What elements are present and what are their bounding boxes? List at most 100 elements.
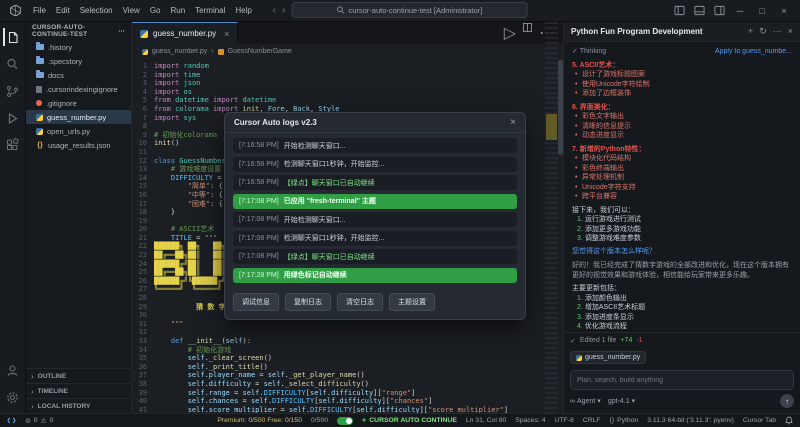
chat-more-icon[interactable]: ⋯	[773, 26, 782, 37]
command-search-box[interactable]: cursor-auto-continue-test [Administrator…	[291, 2, 527, 18]
indentation[interactable]: Spaces: 4	[515, 417, 545, 424]
code-line[interactable]: 5from datetime import datetime	[132, 96, 563, 105]
usage-quota[interactable]: 0/500	[311, 417, 328, 424]
model-selector[interactable]: gpt-4.1 ▾	[608, 397, 635, 405]
split-editor-icon[interactable]	[523, 23, 532, 43]
premium-quota[interactable]: Premium: 0/500 Free: 0/150	[217, 417, 302, 424]
file-tree-item[interactable]: .gitignore	[26, 96, 131, 110]
toggle-panel-icon[interactable]	[690, 2, 708, 20]
menu-item[interactable]: Run	[165, 0, 190, 21]
settings-gear-icon[interactable]	[4, 388, 22, 406]
explorer-icon[interactable]	[3, 28, 21, 46]
run-debug-icon[interactable]	[4, 109, 22, 127]
tab-guess-number-py[interactable]: guess_number.py ×	[132, 22, 238, 44]
sidebar-section-header[interactable]: › OUTLINE	[26, 368, 131, 383]
file-tree-item[interactable]: .cursorindexingignore	[26, 82, 131, 96]
code-line[interactable]: 38 self.difficulty = self._select_diffic…	[132, 380, 563, 389]
chat-input[interactable]	[570, 370, 794, 390]
nav-back-icon[interactable]: ‹	[273, 5, 276, 16]
dialog-button[interactable]: 清空日志	[337, 293, 383, 311]
tab-close-icon[interactable]: ×	[224, 29, 229, 39]
dialog-button[interactable]: 复制日志	[285, 293, 331, 311]
code-line[interactable]: 1import random	[132, 62, 563, 71]
code-line[interactable]: 37 self.player_name = self._get_player_n…	[132, 371, 563, 380]
code-line[interactable]: 34 # 初始化游戏	[132, 346, 563, 355]
maximize-button[interactable]: □	[752, 1, 772, 21]
menu-item[interactable]: Go	[145, 0, 166, 21]
auto-continue-toggle[interactable]	[337, 417, 353, 425]
line-number: 38	[132, 380, 154, 389]
close-window-button[interactable]: ×	[774, 1, 794, 21]
extensions-icon[interactable]	[4, 136, 22, 154]
minimap[interactable]	[545, 22, 558, 413]
file-icon	[36, 72, 44, 78]
code-line[interactable]: 36 self._print_title()	[132, 363, 563, 372]
code-line[interactable]: 39 self.range = self.DIFFICULTY[self.dif…	[132, 389, 563, 398]
line-number: 2	[132, 71, 154, 80]
line-number: 6	[132, 105, 154, 114]
edited-files-label[interactable]: Edited 1 file	[580, 337, 617, 344]
notifications-bell-icon[interactable]	[785, 416, 793, 425]
language-mode[interactable]: {} Python	[610, 417, 639, 424]
sidebar-section-header[interactable]: › LOCAL HISTORY	[26, 398, 131, 413]
editor-scrollbar[interactable]	[558, 60, 563, 155]
chat-close-icon[interactable]: ×	[788, 26, 793, 37]
file-name: .gitignore	[46, 99, 77, 108]
send-button[interactable]: ↑	[780, 394, 794, 408]
remote-indicator[interactable]	[7, 416, 16, 425]
code-line[interactable]: 3import json	[132, 79, 563, 88]
code-line[interactable]: 4import os	[132, 88, 563, 97]
code-line[interactable]: 41 self.score_multiplier = self.DIFFICUL…	[132, 406, 563, 413]
cursor-position[interactable]: Ln 31, Col 80	[466, 417, 506, 424]
problems-indicator[interactable]: ⊘ 0 ⚠ 0	[25, 417, 53, 425]
code-line[interactable]: 2import time	[132, 71, 563, 80]
toggle-sidebar-icon[interactable]	[670, 2, 688, 20]
menu-item[interactable]: Help	[230, 0, 256, 21]
chat-block[interactable]: 您觉得这个版本怎么样呢？	[572, 247, 792, 257]
code-line[interactable]: 31 """	[132, 320, 563, 329]
sidebar-section-header[interactable]: › TIMELINE	[26, 383, 131, 398]
file-tree-item[interactable]: .specstory	[26, 54, 131, 68]
dialog-title-bar[interactable]: Cursor Auto logs v2.3 ×	[225, 113, 525, 133]
breadcrumb-symbol[interactable]: GuessNumberGame	[228, 48, 292, 55]
file-tree-item[interactable]: open_urls.py	[26, 124, 131, 138]
chevron-down-icon: ▾	[597, 397, 601, 405]
menu-item[interactable]: Terminal	[190, 0, 230, 21]
apply-to-file-link[interactable]: Apply to guess_numbe...	[715, 47, 792, 57]
menu-item[interactable]: Selection	[75, 0, 118, 21]
python-interpreter[interactable]: 3.11.3 64-bit ('3.11.3': pyenv)	[647, 417, 734, 424]
menu-item[interactable]: View	[118, 0, 145, 21]
menu-item[interactable]: Edit	[51, 0, 75, 21]
minimize-button[interactable]: ─	[730, 1, 750, 21]
dialog-close-icon[interactable]: ×	[510, 117, 516, 128]
file-tree-item[interactable]: docs	[26, 68, 131, 82]
toggle-secondary-sidebar-icon[interactable]	[710, 2, 728, 20]
auto-continue-status[interactable]: ● CURSOR AUTO CONTINUE	[362, 417, 457, 424]
account-icon[interactable]	[4, 361, 22, 379]
new-chat-icon[interactable]: +	[748, 26, 753, 37]
thinking-status[interactable]: ✓ Thinking	[572, 47, 606, 57]
file-tree-item[interactable]: .history	[26, 40, 131, 54]
chat-history-icon[interactable]: ↻	[759, 26, 767, 37]
dialog-button[interactable]: 调试信息	[233, 293, 279, 311]
code-line[interactable]: 32	[132, 328, 563, 337]
breadcrumb-file[interactable]: guess_number.py	[152, 48, 207, 55]
source-control-icon[interactable]	[4, 82, 22, 100]
run-file-icon[interactable]: ▷	[504, 23, 516, 43]
encoding[interactable]: UTF-8	[555, 417, 574, 424]
code-line[interactable]: 33 def __init__(self):	[132, 337, 563, 346]
cursor-tab-status[interactable]: Cursor Tab	[743, 417, 776, 424]
search-sidebar-icon[interactable]	[4, 55, 22, 73]
code-line[interactable]: 35 self._clear_screen()	[132, 354, 563, 363]
context-file-chip[interactable]: guess_number.py	[570, 351, 646, 364]
menu-item[interactable]: File	[28, 0, 51, 21]
dialog-button[interactable]: 主题设置	[389, 293, 435, 311]
file-tree-item[interactable]: guess_number.py	[26, 110, 131, 124]
explorer-more-icon[interactable]: ⋯	[118, 27, 125, 35]
eol-sequence[interactable]: CRLF	[583, 417, 601, 424]
file-tree-item[interactable]: usage_results.json	[26, 138, 131, 152]
agent-mode-selector[interactable]: ∞ Agent ▾	[570, 397, 601, 405]
line-number: 3	[132, 79, 154, 88]
nav-forward-icon[interactable]: ›	[282, 5, 285, 16]
code-line[interactable]: 40 self.chances = self.DIFFICULTY[self.d…	[132, 397, 563, 406]
